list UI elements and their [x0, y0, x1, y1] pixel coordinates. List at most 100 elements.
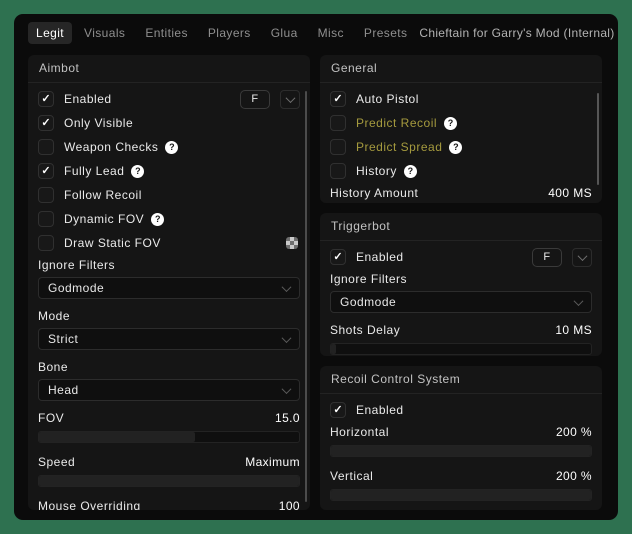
label-follow-recoil: Follow Recoil	[64, 188, 142, 202]
row-rcs-enabled: ✓ Enabled	[330, 401, 592, 419]
panel-rcs-title: Recoil Control System	[320, 366, 602, 394]
checkbox-auto-pistol[interactable]: ✓	[330, 91, 346, 107]
checkbox-history[interactable]: ✓	[330, 163, 346, 179]
label-predict-recoil: Predict Recoil	[356, 116, 437, 130]
checkbox-follow-recoil[interactable]: ✓	[38, 187, 54, 203]
label-history-amount: History Amount	[330, 186, 418, 200]
label-shots-delay: Shots Delay	[330, 323, 400, 337]
tab-bar: Legit Visuals Entities Players Glua Misc…	[28, 22, 604, 44]
dropdown-bone[interactable]: Head	[38, 379, 300, 401]
chevron-down-icon	[282, 384, 292, 394]
dropdown-ignore-filters[interactable]: Godmode	[38, 277, 300, 299]
panel-triggerbot-title: Triggerbot	[320, 213, 602, 241]
row-weapon-checks: ✓ Weapon Checks ?	[38, 138, 300, 156]
row-draw-static-fov: ✓ Draw Static FOV	[38, 234, 300, 252]
chevron-down-icon	[285, 93, 295, 103]
row-horizontal: Horizontal 200 %	[330, 425, 592, 439]
checkbox-draw-static-fov[interactable]: ✓	[38, 235, 54, 251]
tab-visuals[interactable]: Visuals	[76, 22, 133, 44]
tab-misc[interactable]: Misc	[310, 22, 352, 44]
slider-shots-delay[interactable]	[330, 343, 592, 355]
check-icon: ✓	[41, 94, 50, 105]
tab-players[interactable]: Players	[200, 22, 259, 44]
tab-entities[interactable]: Entities	[137, 22, 196, 44]
slider-horizontal[interactable]	[330, 445, 592, 457]
tab-presets[interactable]: Presets	[356, 22, 415, 44]
value-shots-delay: 10 MS	[555, 323, 592, 337]
help-icon[interactable]: ?	[449, 141, 462, 154]
label-draw-static-fov: Draw Static FOV	[64, 236, 161, 250]
label-triggerbot-enabled: Enabled	[356, 250, 404, 264]
row-dynamic-fov: ✓ Dynamic FOV ?	[38, 210, 300, 228]
value-history-amount: 400 MS	[548, 186, 592, 200]
tab-glua[interactable]: Glua	[263, 22, 306, 44]
checkbox-predict-recoil[interactable]: ✓	[330, 115, 346, 131]
label-mouse-overriding: Mouse Overriding	[38, 499, 141, 510]
keybind-button-triggerbot[interactable]: F	[532, 248, 562, 267]
slider-speed[interactable]	[38, 475, 300, 487]
row-predict-recoil: ✓ Predict Recoil ?	[330, 114, 592, 132]
label-tb-ignore-filters: Ignore Filters	[330, 272, 592, 286]
slider-fov[interactable]	[38, 431, 300, 443]
value-speed: Maximum	[245, 455, 300, 469]
help-icon[interactable]: ?	[444, 117, 457, 130]
value-vertical: 200 %	[556, 469, 592, 483]
checkbox-dynamic-fov[interactable]: ✓	[38, 211, 54, 227]
value-horizontal: 200 %	[556, 425, 592, 439]
label-only-visible: Only Visible	[64, 116, 133, 130]
tab-legit[interactable]: Legit	[28, 22, 72, 44]
row-only-visible: ✓ Only Visible	[38, 114, 300, 132]
label-history: History	[356, 164, 397, 178]
window-title: Chieftain for Garry's Mod (Internal)	[419, 26, 614, 40]
panel-aimbot-title: Aimbot	[28, 55, 310, 83]
checkbox-predict-spread[interactable]: ✓	[330, 139, 346, 155]
checkbox-aimbot-enabled[interactable]: ✓	[38, 91, 54, 107]
keybind-mode-dropdown-triggerbot[interactable]	[572, 248, 592, 267]
checkbox-weapon-checks[interactable]: ✓	[38, 139, 54, 155]
dropdown-value: Godmode	[340, 295, 396, 309]
checkbox-only-visible[interactable]: ✓	[38, 115, 54, 131]
keybind-button-aimbot[interactable]: F	[240, 90, 270, 109]
dropdown-mode[interactable]: Strict	[38, 328, 300, 350]
help-icon[interactable]: ?	[165, 141, 178, 154]
panel-general-title: General	[320, 55, 602, 83]
row-vertical: Vertical 200 %	[330, 469, 592, 483]
row-history-amount: History Amount 400 MS	[330, 186, 592, 200]
label-dynamic-fov: Dynamic FOV	[64, 212, 144, 226]
checkbox-fully-lead[interactable]: ✓	[38, 163, 54, 179]
panel-aimbot: Aimbot ✓ Enabled F ✓ Only Visible ✓ Weap…	[28, 55, 310, 510]
check-icon: ✓	[333, 94, 342, 105]
checkbox-rcs-enabled[interactable]: ✓	[330, 402, 346, 418]
help-icon[interactable]: ?	[131, 165, 144, 178]
panel-general: General ✓ Auto Pistol ✓ Predict Recoil ?…	[320, 55, 602, 203]
chevron-down-icon	[574, 296, 584, 306]
cheat-window: Legit Visuals Entities Players Glua Misc…	[14, 14, 618, 520]
scrollbar-general[interactable]	[597, 93, 599, 185]
help-icon[interactable]: ?	[151, 213, 164, 226]
row-aimbot-enabled: ✓ Enabled F	[38, 90, 300, 108]
row-history: ✓ History ?	[330, 162, 592, 180]
row-speed: Speed Maximum	[38, 455, 300, 469]
dropdown-value: Head	[48, 383, 79, 397]
slider-vertical[interactable]	[330, 489, 592, 501]
row-mouse-overriding: Mouse Overriding 100	[38, 499, 300, 510]
help-icon[interactable]: ?	[404, 165, 417, 178]
chevron-down-icon	[282, 333, 292, 343]
label-fov: FOV	[38, 411, 64, 425]
label-bone: Bone	[38, 360, 300, 374]
row-shots-delay: Shots Delay 10 MS	[330, 323, 592, 337]
label-speed: Speed	[38, 455, 75, 469]
label-predict-spread: Predict Spread	[356, 140, 442, 154]
label-auto-pistol: Auto Pistol	[356, 92, 419, 106]
scrollbar-aimbot[interactable]	[305, 91, 307, 502]
label-vertical: Vertical	[330, 469, 373, 483]
dropdown-value: Godmode	[48, 281, 104, 295]
checkbox-triggerbot-enabled[interactable]: ✓	[330, 249, 346, 265]
keybind-mode-dropdown-aimbot[interactable]	[280, 90, 300, 109]
dropdown-value: Strict	[48, 332, 78, 346]
label-weapon-checks: Weapon Checks	[64, 140, 158, 154]
color-swatch[interactable]	[286, 237, 298, 249]
label-rcs-enabled: Enabled	[356, 403, 404, 417]
label-fully-lead: Fully Lead	[64, 164, 124, 178]
dropdown-tb-ignore-filters[interactable]: Godmode	[330, 291, 592, 313]
